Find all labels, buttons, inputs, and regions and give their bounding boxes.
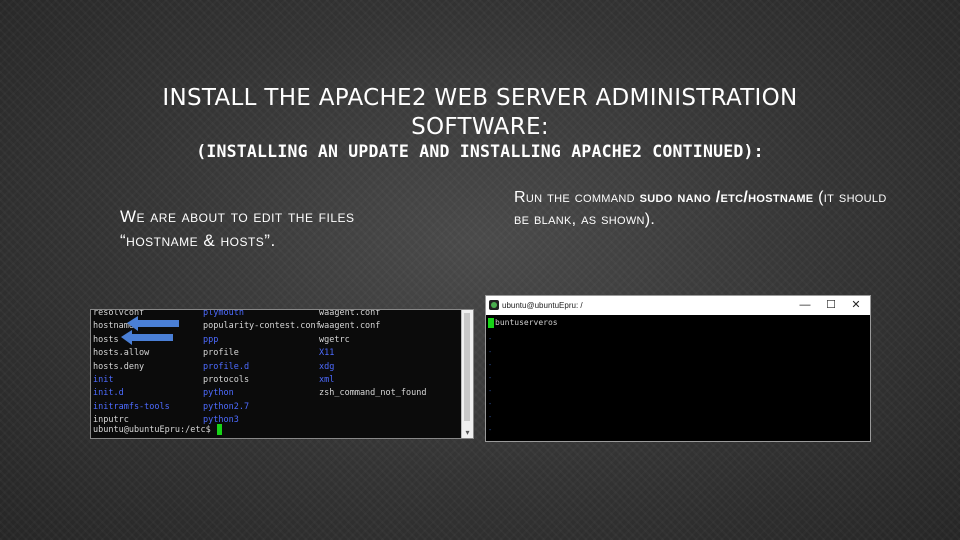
listing-entry: xdg (319, 361, 335, 372)
slide-title-line1: INSTALL THE APACHE2 WEB SERVER ADMINISTR… (162, 85, 798, 111)
empty-line-marker: - (488, 361, 493, 369)
left-caption-line2: “hostname & hosts”. (120, 231, 276, 250)
listing-entry: python2.7 (203, 401, 250, 412)
listing-entry: wgetrc (319, 334, 350, 345)
listing-entry: python (203, 388, 234, 399)
empty-line-marker: - (488, 348, 493, 356)
hostname-arrow-icon (127, 316, 179, 331)
minimize-button[interactable]: — (795, 296, 815, 315)
shell-prompt: ubuntu@ubuntuEpru:/etc$ (93, 424, 222, 435)
empty-line-marker: - (488, 400, 493, 408)
terminal-app-icon (489, 300, 499, 310)
listing-entry: plymouth (203, 309, 244, 318)
empty-line-marker: - (488, 335, 493, 343)
hostname-content: buntuserveros (495, 318, 558, 327)
listing-entry: profile (203, 348, 239, 359)
scrollbar[interactable]: ▾ (461, 310, 473, 438)
scrollbar-thumb[interactable] (464, 313, 470, 421)
window-titlebar: ubuntu@ubuntuEpru: / — ☐ ✕ (486, 296, 870, 315)
nano-terminal-screenshot: ubuntu@ubuntuEpru: / — ☐ ✕ buntuserveros… (485, 295, 871, 442)
ls-terminal-screenshot: resolvconf hostname hosts hosts.allow hosts.… (90, 309, 474, 439)
listing-entry: init.d (93, 388, 124, 399)
listing-entry: profile.d (203, 361, 250, 372)
listing-entry (319, 401, 426, 414)
slide-subtitle: (INSTALLING AN UPDATE AND INSTALLING APA… (196, 142, 764, 161)
left-caption-line1: We are about to edit the files (120, 207, 355, 226)
hosts-arrow-icon (121, 330, 173, 345)
listing-entry: init (93, 375, 114, 386)
listing-entry: hosts.deny (93, 361, 145, 372)
left-caption: We are about to edit the files “hostname… (120, 205, 460, 253)
empty-line-marker: - (488, 426, 493, 434)
right-caption: Run the command sudo nano /etc/hostname … (514, 187, 894, 231)
listing-entry: ppp (203, 334, 219, 345)
scroll-down-arrow-icon[interactable]: ▾ (463, 428, 472, 437)
listing-column-3: waagent.conf waagent.conf wgetrc X11 xdg xml z… (319, 309, 427, 428)
slide-title: INSTALL THE APACHE2 WEB SERVER ADMINISTR… (80, 84, 880, 142)
listing-entry (319, 414, 426, 427)
cursor-icon (488, 318, 494, 328)
listing-entry: X11 (319, 348, 335, 359)
maximize-button[interactable]: ☐ (821, 296, 841, 315)
listing-entry: protocols (203, 375, 250, 386)
nano-editor-area[interactable]: buntuserveros - - - - - - - - (486, 315, 870, 441)
listing-entry: popularity-contest.conf (203, 321, 321, 332)
close-button[interactable]: ✕ (846, 296, 866, 315)
right-caption-pre: Run the command (514, 189, 640, 206)
listing-entry: xml (319, 375, 335, 386)
listing-column-2: plymouth popularity-contest.conf ppp profil… (203, 309, 321, 428)
shell-prompt-text: ubuntu@ubuntuEpru:/etc$ (93, 425, 216, 435)
window-title: ubuntu@ubuntuEpru: / (502, 301, 583, 310)
listing-entry: waagent.conf (319, 321, 381, 332)
command-text: sudo nano /etc/hostname (639, 189, 814, 206)
listing-entry: hosts.allow (93, 348, 150, 359)
listing-entry: zsh_command_not_found (319, 388, 427, 399)
empty-line-marker: - (488, 387, 493, 395)
empty-line-marker: - (488, 413, 493, 421)
listing-entry: initramfs-tools (93, 401, 170, 412)
cursor-icon (216, 424, 222, 435)
empty-line-marker: - (488, 374, 493, 382)
slide-title-line2: SOFTWARE: (411, 114, 549, 140)
listing-entry: waagent.conf (319, 309, 381, 318)
